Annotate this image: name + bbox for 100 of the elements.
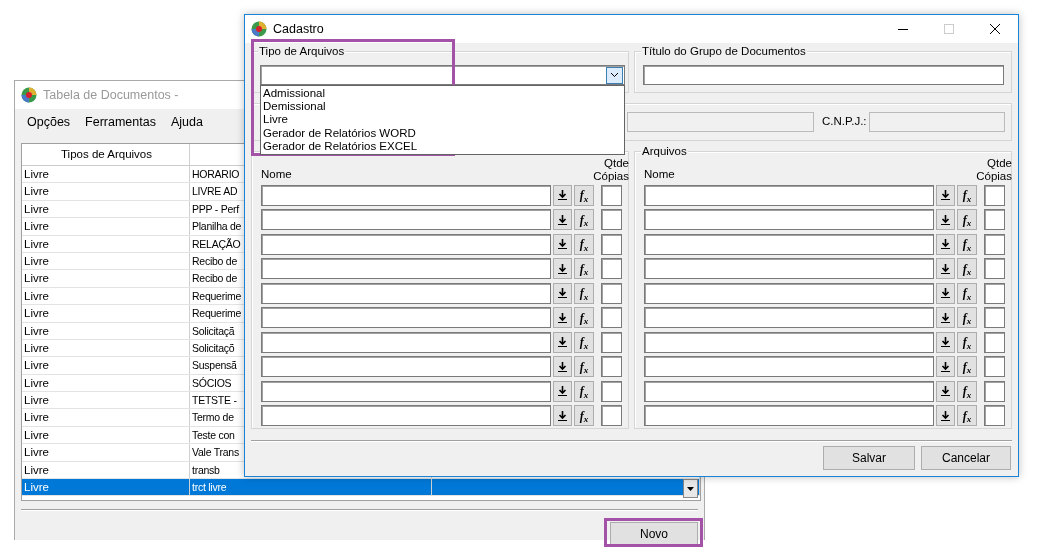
download-button[interactable] (936, 282, 955, 304)
table-cell: Recibo de (192, 272, 238, 285)
cancel-button[interactable]: Cancelar (921, 446, 1011, 470)
copies-field[interactable] (601, 380, 622, 402)
formula-button[interactable]: f$_{x}$ (957, 405, 977, 427)
title-field[interactable] (643, 65, 1004, 85)
download-button[interactable] (936, 405, 955, 427)
download-button[interactable] (553, 356, 572, 378)
formula-button[interactable]: f$_{x}$ (574, 380, 594, 402)
copies-field[interactable] (984, 307, 1005, 329)
menu-item[interactable]: Ferramentas (85, 112, 156, 132)
formula-button[interactable]: f$_{x}$ (957, 184, 977, 206)
download-button[interactable] (936, 380, 955, 402)
table-cell: Livre (24, 463, 49, 476)
formula-button[interactable]: f$_{x}$ (957, 307, 977, 329)
save-button[interactable]: Salvar (823, 446, 915, 470)
dropdown-option[interactable]: Livre (263, 113, 622, 127)
formula-button[interactable]: f$_{x}$ (957, 356, 977, 378)
file-name-field[interactable] (644, 307, 934, 329)
formula-button[interactable]: f$_{x}$ (574, 307, 594, 329)
copies-field[interactable] (984, 405, 1005, 427)
download-button[interactable] (553, 405, 572, 427)
download-button[interactable] (553, 209, 572, 231)
copies-field[interactable] (601, 307, 622, 329)
formula-button[interactable]: f$_{x}$ (957, 380, 977, 402)
copies-field[interactable] (984, 233, 1005, 255)
download-button[interactable] (553, 233, 572, 255)
close-icon[interactable] (990, 24, 1000, 34)
file-name-field[interactable] (644, 405, 934, 427)
copies-field[interactable] (601, 233, 622, 255)
formula-button[interactable]: f$_{x}$ (574, 331, 594, 353)
formula-button[interactable]: f$_{x}$ (574, 405, 594, 427)
download-button[interactable] (553, 184, 572, 206)
column-header[interactable]: Tipos de Arquivos (22, 144, 190, 165)
copies-field[interactable] (601, 184, 622, 206)
copies-field[interactable] (601, 258, 622, 280)
formula-button[interactable]: f$_{x}$ (957, 282, 977, 304)
copies-field[interactable] (984, 184, 1005, 206)
formula-button[interactable]: f$_{x}$ (574, 258, 594, 280)
copies-field[interactable] (984, 209, 1005, 231)
file-name-field[interactable] (644, 356, 934, 378)
menu-item[interactable]: Opções (27, 112, 71, 132)
copies-field[interactable] (984, 282, 1005, 304)
formula-button[interactable]: f$_{x}$ (574, 184, 594, 206)
file-name-field[interactable] (644, 282, 934, 304)
formula-button[interactable]: f$_{x}$ (574, 233, 594, 255)
download-button[interactable] (936, 258, 955, 280)
download-button[interactable] (936, 209, 955, 231)
formula-button[interactable]: f$_{x}$ (574, 209, 594, 231)
file-name-field[interactable] (261, 282, 551, 304)
file-name-field[interactable] (644, 380, 934, 402)
window-title: Cadastro (273, 20, 325, 38)
copies-field[interactable] (984, 380, 1005, 402)
dropdown-option[interactable]: Admissional (263, 87, 622, 101)
new-button[interactable]: Novo (610, 522, 698, 545)
formula-button[interactable]: f$_{x}$ (957, 258, 977, 280)
formula-button[interactable]: f$_{x}$ (574, 356, 594, 378)
file-name-field[interactable] (261, 356, 551, 378)
file-name-field[interactable] (261, 258, 551, 280)
dropdown-option[interactable]: Demissional (263, 100, 622, 114)
copies-field[interactable] (601, 282, 622, 304)
formula-button[interactable]: f$_{x}$ (957, 209, 977, 231)
download-button[interactable] (553, 258, 572, 280)
download-button[interactable] (936, 307, 955, 329)
copies-field[interactable] (601, 356, 622, 378)
formula-button[interactable]: f$_{x}$ (957, 331, 977, 353)
file-name-field[interactable] (644, 331, 934, 353)
download-button[interactable] (936, 233, 955, 255)
file-name-field[interactable] (644, 233, 934, 255)
formula-button[interactable]: f$_{x}$ (957, 233, 977, 255)
copies-field[interactable] (984, 331, 1005, 353)
formula-button[interactable]: f$_{x}$ (574, 282, 594, 304)
file-name-field[interactable] (644, 209, 934, 231)
file-name-field[interactable] (261, 405, 551, 427)
file-name-field[interactable] (261, 331, 551, 353)
copies-field[interactable] (984, 258, 1005, 280)
copies-field[interactable] (601, 405, 622, 427)
dropdown-option[interactable]: Gerador de Relatórios EXCEL (263, 139, 622, 153)
copies-field[interactable] (601, 209, 622, 231)
download-button[interactable] (553, 380, 572, 402)
download-button[interactable] (553, 331, 572, 353)
download-button[interactable] (936, 184, 955, 206)
menu-item[interactable]: Ajuda (170, 112, 203, 132)
file-name-field[interactable] (261, 233, 551, 255)
download-button[interactable] (936, 331, 955, 353)
file-name-field[interactable] (261, 380, 551, 402)
file-name-field[interactable] (261, 184, 551, 206)
file-name-field[interactable] (261, 209, 551, 231)
file-name-field[interactable] (644, 258, 934, 280)
file-name-field[interactable] (644, 184, 934, 206)
copies-field[interactable] (601, 331, 622, 353)
download-button[interactable] (936, 356, 955, 378)
download-button[interactable] (553, 282, 572, 304)
dropdown-option[interactable]: Gerador de Relatórios WORD (263, 126, 622, 140)
download-button[interactable] (553, 307, 572, 329)
file-name-field[interactable] (261, 307, 551, 329)
copies-field[interactable] (984, 356, 1005, 378)
table-row[interactable]: Livre trct livre (22, 479, 700, 497)
dropdown-field[interactable] (260, 65, 625, 85)
download-icon (558, 263, 567, 274)
